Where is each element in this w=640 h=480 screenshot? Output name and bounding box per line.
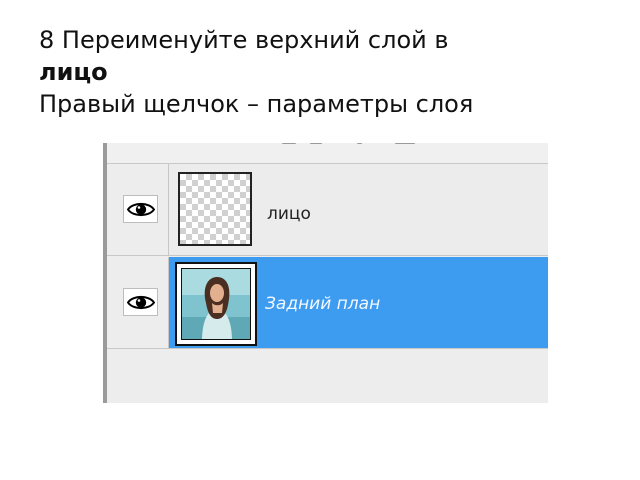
toolbar-button[interactable] xyxy=(310,143,322,144)
layer-name-face[interactable]: лицо xyxy=(267,204,311,224)
caption-bold-layer-name: лицо xyxy=(39,58,108,86)
toolbar-button[interactable] xyxy=(395,143,415,144)
layer-thumbnail-transparent xyxy=(178,172,252,246)
layer-name-background[interactable]: Задний план xyxy=(265,294,380,314)
empty-layer-area xyxy=(107,350,548,403)
toolbar-button[interactable] xyxy=(282,143,296,144)
layer-row-background[interactable]: Задний план xyxy=(107,257,548,349)
eye-icon[interactable] xyxy=(123,195,158,223)
visibility-cell[interactable] xyxy=(107,164,169,255)
layer-thumbnail-photo xyxy=(175,262,257,346)
layers-panel-toolbar xyxy=(107,143,548,164)
layers-panel: лицо Задний план xyxy=(103,143,548,403)
toolbar-button[interactable] xyxy=(357,143,362,144)
layer-row-face[interactable]: лицо xyxy=(107,164,548,256)
visibility-cell[interactable] xyxy=(107,257,169,348)
instruction-caption: 8 Переименуйте верхний слой в лицо Правы… xyxy=(39,24,629,120)
eye-icon[interactable] xyxy=(123,288,158,316)
caption-line-3: Правый щелчок – параметры слоя xyxy=(39,90,474,118)
caption-line-1: 8 Переименуйте верхний слой в xyxy=(39,26,449,54)
